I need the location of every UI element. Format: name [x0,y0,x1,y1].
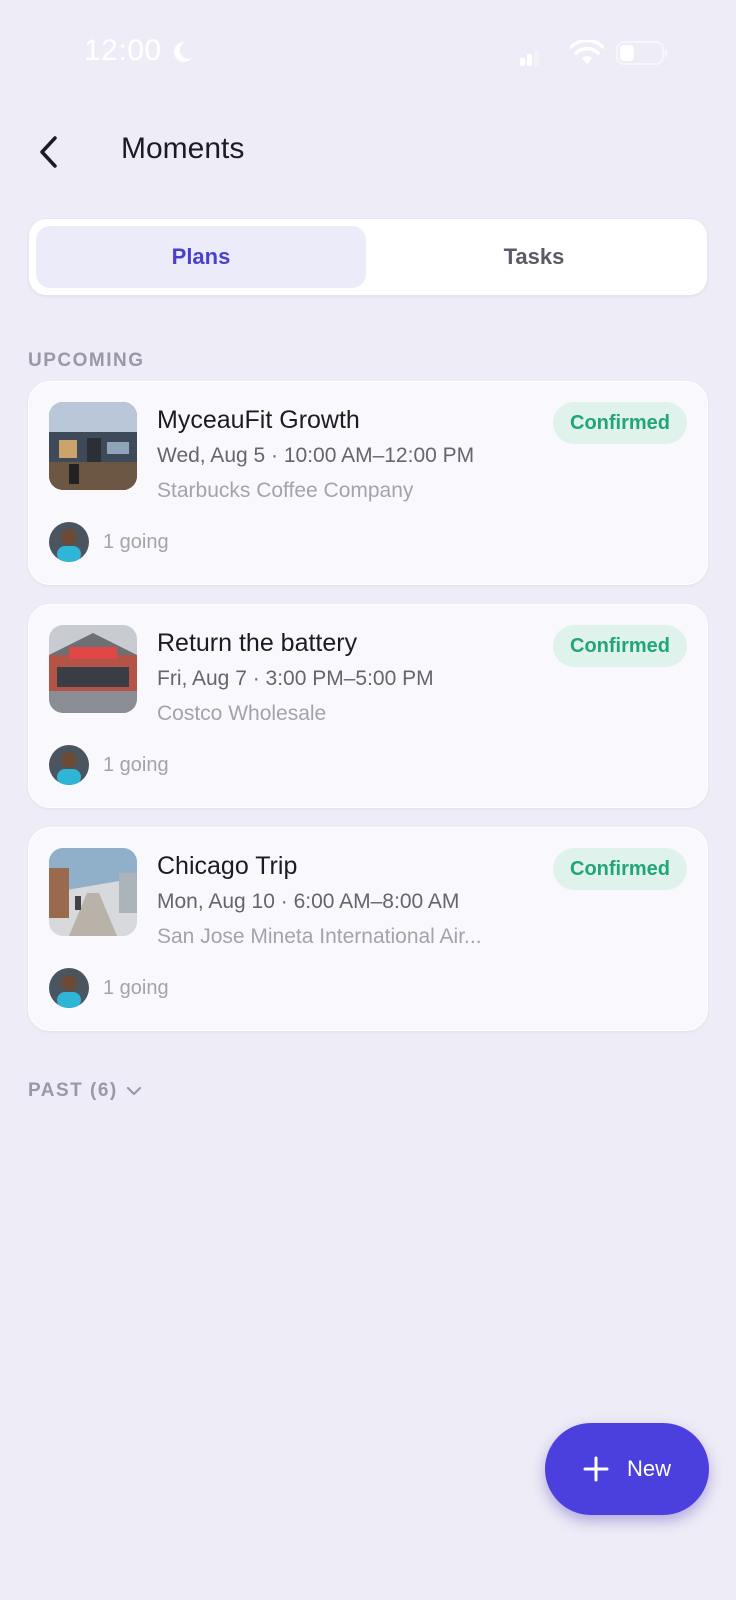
plan-time: Fri, Aug 7 · 3:00 PM–5:00 PM [157,667,434,690]
tab-tasks[interactable]: Tasks [369,226,699,288]
plan-thumbnail [49,402,137,490]
segmented-control: Plans Tasks [28,218,708,296]
status-bar: 12:00 [0,0,736,110]
chevron-down-icon [126,1086,141,1096]
wifi-icon [570,40,604,64]
avatar [49,745,89,785]
past-section-label: PAST (6) [28,1080,118,1101]
new-button-label: New [626,1456,671,1481]
new-button[interactable]: New [545,1423,709,1515]
status-badge: Confirmed [553,402,687,444]
avatar [49,968,89,1008]
tab-plans[interactable]: Plans [36,226,366,288]
chevron-left-icon [40,136,57,168]
going-count: 1 going [103,976,169,999]
plan-location: San Jose Mineta International Air... [157,925,482,948]
plan-thumbnail [49,848,137,936]
plan-title: Return the battery [157,629,358,657]
attendees: 1 going [49,968,169,1008]
moon-icon [174,41,192,62]
upcoming-section-label: UPCOMING [28,350,145,371]
header: Moments [0,120,736,184]
status-time: 12:00 [84,34,162,67]
plan-time: Wed, Aug 5 · 10:00 AM–12:00 PM [157,444,475,467]
avatar [49,522,89,562]
signal-icon [520,50,539,66]
status-badge: Confirmed [553,625,687,667]
plan-location: Starbucks Coffee Company [157,479,414,502]
page-title: Moments [121,132,245,165]
past-section-toggle[interactable]: PAST (6) [28,1080,142,1102]
attendees: 1 going [49,522,169,562]
battery-icon [616,41,668,65]
plan-card[interactable]: Chicago Trip Mon, Aug 10 · 6:00 AM–8:00 … [28,827,708,1031]
back-button[interactable] [28,130,68,174]
status-badge: Confirmed [553,848,687,890]
plan-thumbnail [49,625,137,713]
attendees: 1 going [49,745,169,785]
plan-time: Mon, Aug 10 · 6:00 AM–8:00 AM [157,890,460,913]
going-count: 1 going [103,753,169,776]
going-count: 1 going [103,530,169,553]
plan-title: MyceauFit Growth [157,406,360,434]
plan-location: Costco Wholesale [157,702,327,725]
plus-icon [583,1456,609,1482]
plan-card[interactable]: MyceauFit Growth Wed, Aug 5 · 10:00 AM–1… [28,381,708,585]
plan-title: Chicago Trip [157,852,298,880]
plan-card[interactable]: Return the battery Fri, Aug 7 · 3:00 PM–… [28,604,708,808]
